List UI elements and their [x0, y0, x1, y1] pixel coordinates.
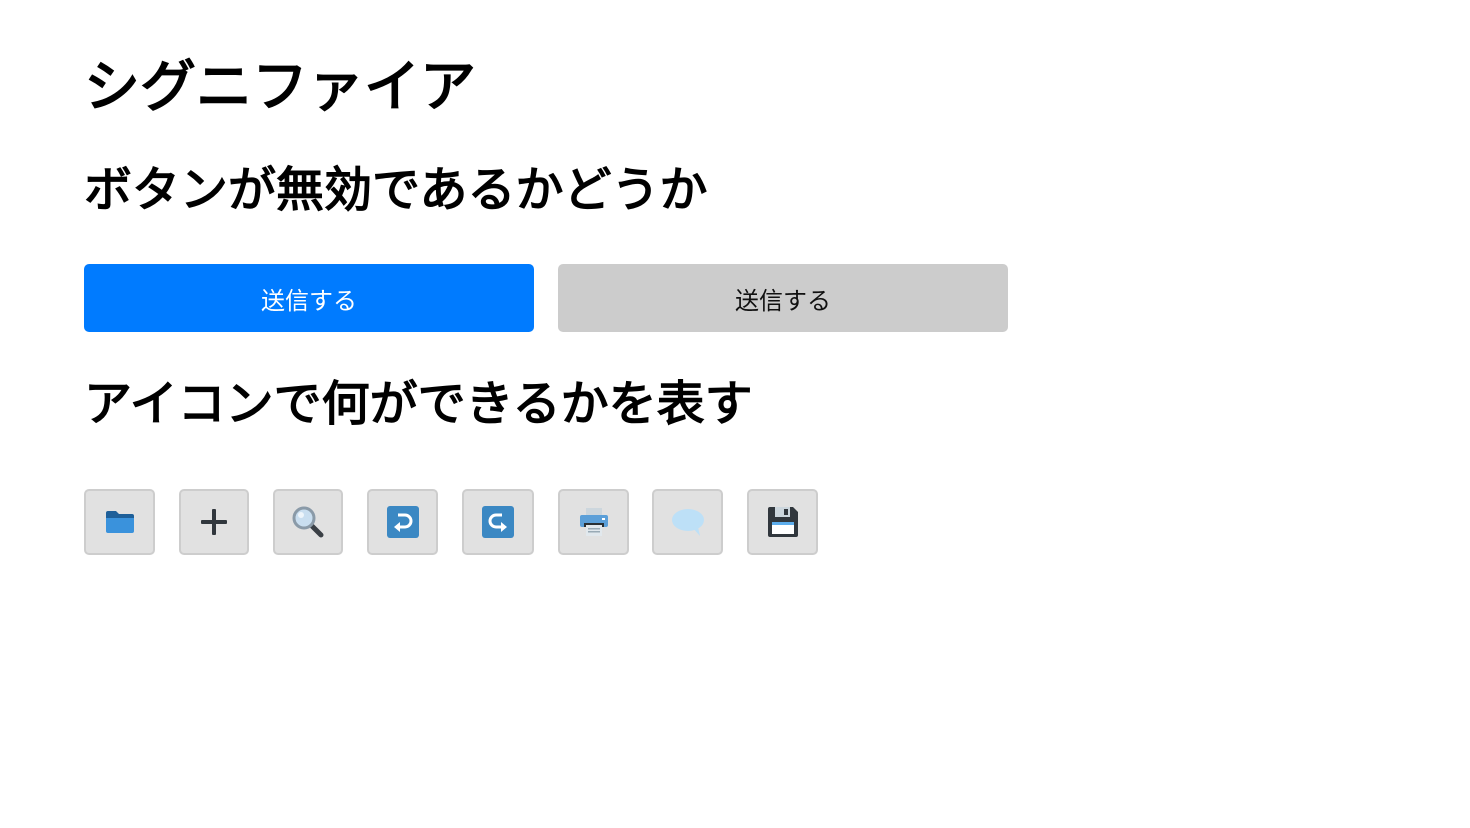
add-button[interactable]: [179, 489, 249, 555]
submit-button-enabled[interactable]: 送信する: [84, 264, 534, 332]
submit-button-label: 送信する: [735, 286, 831, 315]
save-button[interactable]: [747, 489, 818, 555]
folder-icon: [104, 508, 136, 536]
search-icon: [291, 505, 325, 539]
submit-button-label: 送信する: [261, 286, 357, 315]
printer-icon: [578, 507, 610, 537]
page-title: シグニファイア: [84, 55, 476, 120]
section-heading-icons: アイコンで何ができるかを表す: [84, 376, 753, 432]
search-button[interactable]: [273, 489, 343, 555]
redo-icon: [482, 506, 514, 538]
button-row: 送信する 送信する: [84, 264, 1008, 332]
print-button[interactable]: [558, 489, 629, 555]
undo-icon: [386, 506, 419, 538]
comment-button[interactable]: [652, 489, 723, 555]
floppy-disk-icon: [767, 506, 799, 538]
section-heading-disabled: ボタンが無効であるかどうか: [84, 162, 708, 218]
undo-button[interactable]: [367, 489, 438, 555]
plus-icon: [199, 507, 229, 537]
speech-bubble-icon: [671, 507, 705, 537]
submit-button-disabled: 送信する: [558, 264, 1008, 332]
open-folder-button[interactable]: [84, 489, 155, 555]
redo-button[interactable]: [462, 489, 534, 555]
